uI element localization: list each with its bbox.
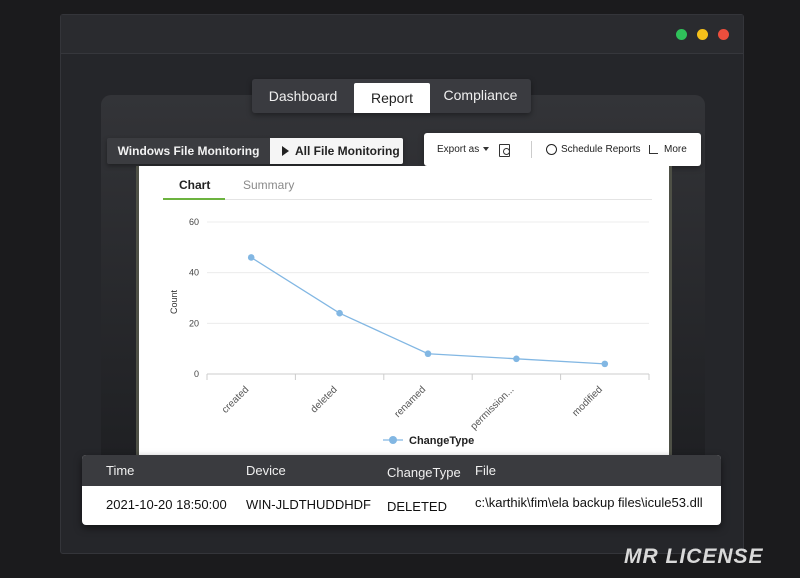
main-tabs: Dashboard Report Compliance bbox=[252, 79, 531, 113]
report-toolbar: Export as Schedule Reports More bbox=[424, 133, 701, 166]
table-header: Time Device ChangeType File bbox=[82, 455, 721, 486]
data-point bbox=[601, 360, 609, 368]
data-point bbox=[336, 309, 343, 317]
tab-dashboard[interactable]: Dashboard bbox=[252, 79, 354, 113]
caret-down-icon bbox=[483, 147, 490, 152]
play-icon bbox=[282, 146, 289, 156]
tab-report[interactable]: Report bbox=[354, 83, 430, 113]
y-tick-label: 20 bbox=[189, 318, 199, 328]
maximize-button[interactable] bbox=[676, 29, 687, 40]
y-tick-label: 40 bbox=[189, 268, 199, 278]
chart-card: Chart Summary 0 20 40 60 created deleted renam… bbox=[136, 166, 672, 458]
series-line bbox=[250, 256, 605, 365]
watermark-logo: MR LICENSE bbox=[624, 545, 764, 568]
column-header-changetype[interactable]: ChangeType bbox=[387, 465, 461, 480]
cell-time: 2021-10-20 18:50:00 bbox=[106, 497, 227, 512]
x-tick-label: deleted bbox=[309, 384, 340, 415]
subtab-all-file-monitoring[interactable]: All File Monitoring bbox=[270, 138, 403, 164]
column-header-file[interactable]: File bbox=[475, 463, 496, 478]
column-header-device[interactable]: Device bbox=[246, 463, 286, 478]
subtab-all-file-monitoring-label: All File Monitoring bbox=[295, 144, 400, 158]
minimize-button[interactable] bbox=[697, 29, 708, 40]
legend-marker bbox=[389, 436, 397, 444]
x-tick-label: created bbox=[220, 384, 251, 415]
line-chart: 0 20 40 60 created deleted renamed permission..… bbox=[169, 217, 650, 447]
cell-file: c:\karthik\fim\ela backup files\icule53.… bbox=[475, 495, 703, 510]
x-tick-label: modified bbox=[570, 384, 605, 419]
cell-changetype: DELETED bbox=[387, 499, 447, 514]
data-point bbox=[247, 254, 255, 261]
x-tick-label: renamed bbox=[392, 384, 428, 420]
close-button[interactable] bbox=[718, 29, 729, 40]
y-axis-label: Count bbox=[169, 290, 179, 315]
export-label: Export as bbox=[437, 144, 480, 155]
clock-icon bbox=[546, 144, 557, 155]
more-button[interactable]: More bbox=[664, 133, 687, 166]
column-header-time[interactable]: Time bbox=[106, 463, 134, 478]
pdf-icon[interactable] bbox=[499, 144, 510, 157]
y-tick-label: 60 bbox=[189, 217, 199, 227]
data-point bbox=[513, 355, 520, 363]
legend-label: ChangeType bbox=[409, 435, 474, 447]
schedule-reports-button[interactable]: Schedule Reports bbox=[561, 133, 641, 166]
toolbar-divider bbox=[531, 141, 532, 158]
title-bar bbox=[61, 15, 743, 54]
subtab-windows-file-monitoring[interactable]: Windows File Monitoring bbox=[107, 138, 270, 164]
more-icon bbox=[649, 145, 658, 154]
data-point bbox=[424, 350, 432, 358]
x-tick-label: permission... bbox=[469, 384, 517, 432]
tab-compliance[interactable]: Compliance bbox=[430, 79, 531, 113]
export-button[interactable]: Export as bbox=[437, 133, 490, 166]
cell-device: WIN-JLDTHUDDHDF bbox=[246, 497, 371, 512]
subtabs: Windows File Monitoring All File Monitor… bbox=[107, 138, 403, 164]
events-table: Time Device ChangeType File 2021-10-20 1… bbox=[82, 455, 721, 525]
y-tick-label: 0 bbox=[194, 369, 199, 379]
